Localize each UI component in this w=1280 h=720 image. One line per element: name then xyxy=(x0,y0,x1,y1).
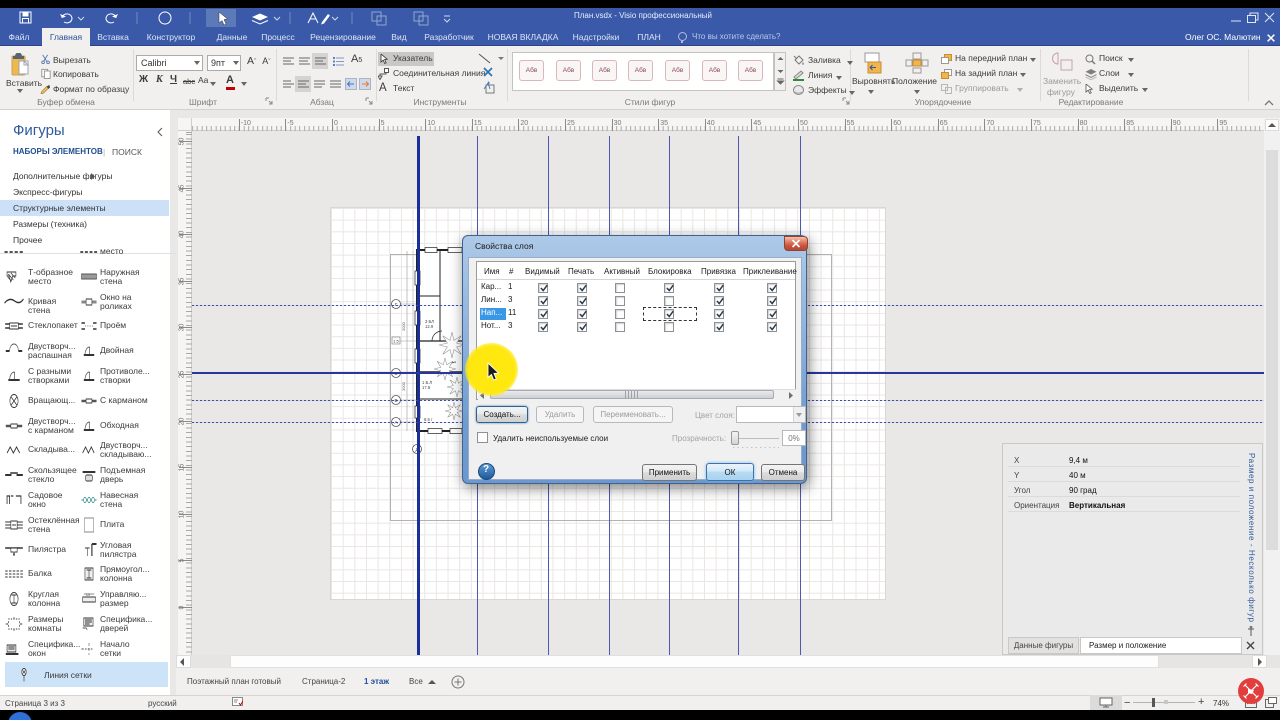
svg-text:3000: 3000 xyxy=(401,381,406,391)
svg-text:123: 123 xyxy=(86,593,90,598)
svg-text:3000: 3000 xyxy=(401,321,406,331)
svg-text:12.9: 12.9 xyxy=(425,324,434,329)
svg-text:1.5: 1.5 xyxy=(393,339,399,344)
svg-text:17.8: 17.8 xyxy=(422,385,431,390)
